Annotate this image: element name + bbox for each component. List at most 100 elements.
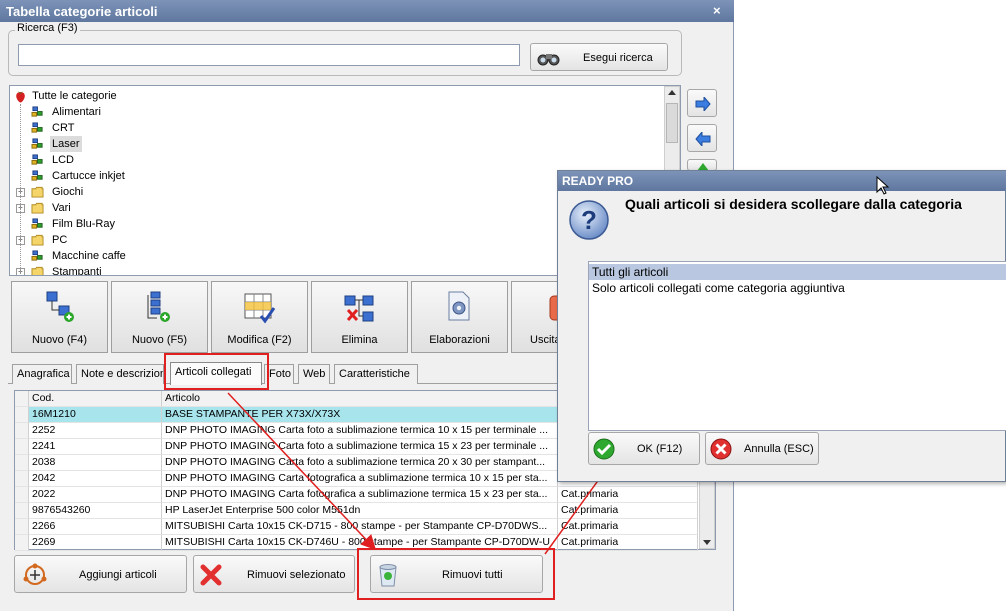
dialog-title-bar[interactable]: READY PRO xyxy=(558,171,1006,191)
tree-item[interactable]: + Vari xyxy=(10,200,650,216)
cell-articolo[interactable]: MITSUBISHI Carta 10x15 CK-D715 - 800 sta… xyxy=(162,519,558,535)
tree-item[interactable]: Macchine caffe xyxy=(10,248,650,264)
tab-anagrafica[interactable]: Anagrafica xyxy=(12,364,72,384)
cell-category[interactable]: Cat.primaria xyxy=(558,503,698,519)
cell-articolo[interactable]: DNP PHOTO IMAGING Carta fotografica a su… xyxy=(162,487,558,503)
tool-button-new-f4[interactable]: Nuovo (F4) xyxy=(11,281,108,353)
tree-item[interactable]: CRT xyxy=(10,120,650,136)
folder-icon xyxy=(31,266,44,275)
tree-item-label: PC xyxy=(52,234,68,246)
row-indicator[interactable] xyxy=(15,519,29,535)
tree-item-label: Film Blu-Ray xyxy=(52,218,115,230)
cell-articolo[interactable]: DNP PHOTO IMAGING Carta foto a sublimazi… xyxy=(162,455,558,471)
binoculars-icon xyxy=(537,54,560,66)
tree-item-label: Laser xyxy=(50,136,82,152)
row-indicator[interactable] xyxy=(15,423,29,439)
search-input[interactable] xyxy=(18,44,520,66)
add-articles-button[interactable]: Aggiungi articoli xyxy=(14,555,187,593)
cell-articolo[interactable]: DNP PHOTO IMAGING Carta foto a sublimazi… xyxy=(162,423,558,439)
tool-button-label: Elimina xyxy=(341,334,378,346)
tab-caratteristiche[interactable]: Caratteristiche xyxy=(334,364,418,384)
scroll-down-icon[interactable] xyxy=(703,540,711,545)
tree-item[interactable]: Cartucce inkjet xyxy=(10,168,650,184)
row-indicator[interactable] xyxy=(15,487,29,503)
row-indicator[interactable] xyxy=(15,407,29,423)
table-row[interactable]: 2022 DNP PHOTO IMAGING Carta fotografica … xyxy=(15,487,699,503)
cell-cod[interactable]: 2241 xyxy=(29,439,162,455)
window-title: Tabella categorie articoli xyxy=(6,4,158,19)
ok-label: OK (F12) xyxy=(637,443,683,455)
remove-selected-button[interactable]: Rimuovi selezionato xyxy=(193,555,355,593)
row-indicator[interactable] xyxy=(15,455,29,471)
tab-note[interactable]: Note e descrizion xyxy=(76,364,164,384)
move-right-button[interactable] xyxy=(687,89,717,117)
cell-articolo[interactable]: DNP PHOTO IMAGING Carta foto a sublimazi… xyxy=(162,439,558,455)
tab-label: Anagrafica xyxy=(17,368,70,380)
search-button[interactable]: Esegui ricerca xyxy=(530,43,668,71)
tree-item-label: Giochi xyxy=(52,186,84,198)
option-all-articles[interactable]: Tutti gli articoli xyxy=(589,264,1006,280)
column-header-articolo[interactable]: Articolo xyxy=(162,391,558,407)
tab-label: Foto xyxy=(269,368,292,380)
cell-category[interactable]: Cat.primaria xyxy=(558,535,698,551)
tool-button-new-f5[interactable]: Nuovo (F5) xyxy=(111,281,208,353)
tree-item-label: Stampanti xyxy=(52,266,102,276)
tool-button-edit[interactable]: Modifica (F2) xyxy=(211,281,308,353)
cell-category[interactable]: Cat.primaria xyxy=(558,519,698,535)
mouse-cursor-icon xyxy=(876,176,890,195)
row-indicator[interactable] xyxy=(15,471,29,487)
cell-articolo[interactable]: DNP PHOTO IMAGING Carta fotografica a su… xyxy=(162,471,558,487)
tab-label: Caratteristiche xyxy=(339,368,410,380)
tree-item[interactable]: LCD xyxy=(10,152,650,168)
arrow-right-icon xyxy=(695,97,711,111)
scroll-thumb[interactable] xyxy=(666,103,678,143)
tool-button-label: Nuovo (F4) xyxy=(31,334,88,346)
tree-item[interactable]: Film Blu-Ray xyxy=(10,216,650,232)
tool-button-processing[interactable]: Elaborazioni xyxy=(411,281,508,353)
grid-row-indicator xyxy=(15,391,29,407)
tree-item-label: Vari xyxy=(52,202,71,214)
cell-category[interactable]: Cat.primaria xyxy=(558,487,698,503)
check-icon xyxy=(593,438,615,460)
cell-cod[interactable]: 2038 xyxy=(29,455,162,471)
search-button-label: Esegui ricerca xyxy=(583,52,653,64)
cell-articolo[interactable]: BASE STAMPANTE PER X73X/X73X xyxy=(162,407,558,423)
row-indicator[interactable] xyxy=(15,535,29,551)
scroll-up-icon[interactable] xyxy=(668,90,676,95)
remove-selected-label: Rimuovi selezionato xyxy=(247,569,346,581)
tree-item[interactable]: + PC xyxy=(10,232,650,248)
row-indicator[interactable] xyxy=(15,503,29,519)
cell-articolo[interactable]: HP LaserJet Enterprise 500 color M551dn xyxy=(162,503,558,519)
category-icon xyxy=(31,218,43,229)
move-left-button[interactable] xyxy=(687,124,717,152)
column-header-cod[interactable]: Cod. xyxy=(29,391,162,407)
red-x-icon xyxy=(200,564,222,586)
option-secondary-only[interactable]: Solo articoli collegati come categoria a… xyxy=(592,280,845,296)
tree-item[interactable]: + Giochi xyxy=(10,184,650,200)
tool-button-delete[interactable]: Elimina xyxy=(311,281,408,353)
cell-cod[interactable]: 2266 xyxy=(29,519,162,535)
tree-item[interactable]: Laser xyxy=(10,136,650,152)
tree-item-label: Cartucce inkjet xyxy=(52,170,125,182)
cell-cod[interactable]: 2269 xyxy=(29,535,162,551)
tree-item[interactable]: + Stampanti xyxy=(10,264,650,276)
table-row[interactable]: 2266 MITSUBISHI Carta 10x15 CK-D715 - 800… xyxy=(15,519,699,535)
tab-web[interactable]: Web xyxy=(298,364,330,384)
cell-cod[interactable]: 9876543260 xyxy=(29,503,162,519)
tree-root[interactable]: Tutte le categorie xyxy=(14,88,117,104)
new-category-icon xyxy=(46,291,74,322)
close-icon[interactable]: × xyxy=(713,3,721,18)
window-title-bar[interactable]: Tabella categorie articoli × xyxy=(0,0,734,22)
table-row[interactable]: 9876543260 HP LaserJet Enterprise 500 col… xyxy=(15,503,699,519)
cancel-button[interactable]: Annulla (ESC) xyxy=(705,432,819,465)
cell-cod[interactable]: 16M1210 xyxy=(29,407,162,423)
cell-cod[interactable]: 2022 xyxy=(29,487,162,503)
highlight-remove-all xyxy=(357,548,555,600)
cell-cod[interactable]: 2252 xyxy=(29,423,162,439)
row-indicator[interactable] xyxy=(15,439,29,455)
tree-item[interactable]: Alimentari xyxy=(10,104,650,120)
unlink-options-list[interactable]: Tutti gli articoli Solo articoli collega… xyxy=(588,261,1006,431)
add-articles-icon xyxy=(23,563,47,585)
cell-cod[interactable]: 2042 xyxy=(29,471,162,487)
ok-button[interactable]: OK (F12) xyxy=(588,432,700,465)
